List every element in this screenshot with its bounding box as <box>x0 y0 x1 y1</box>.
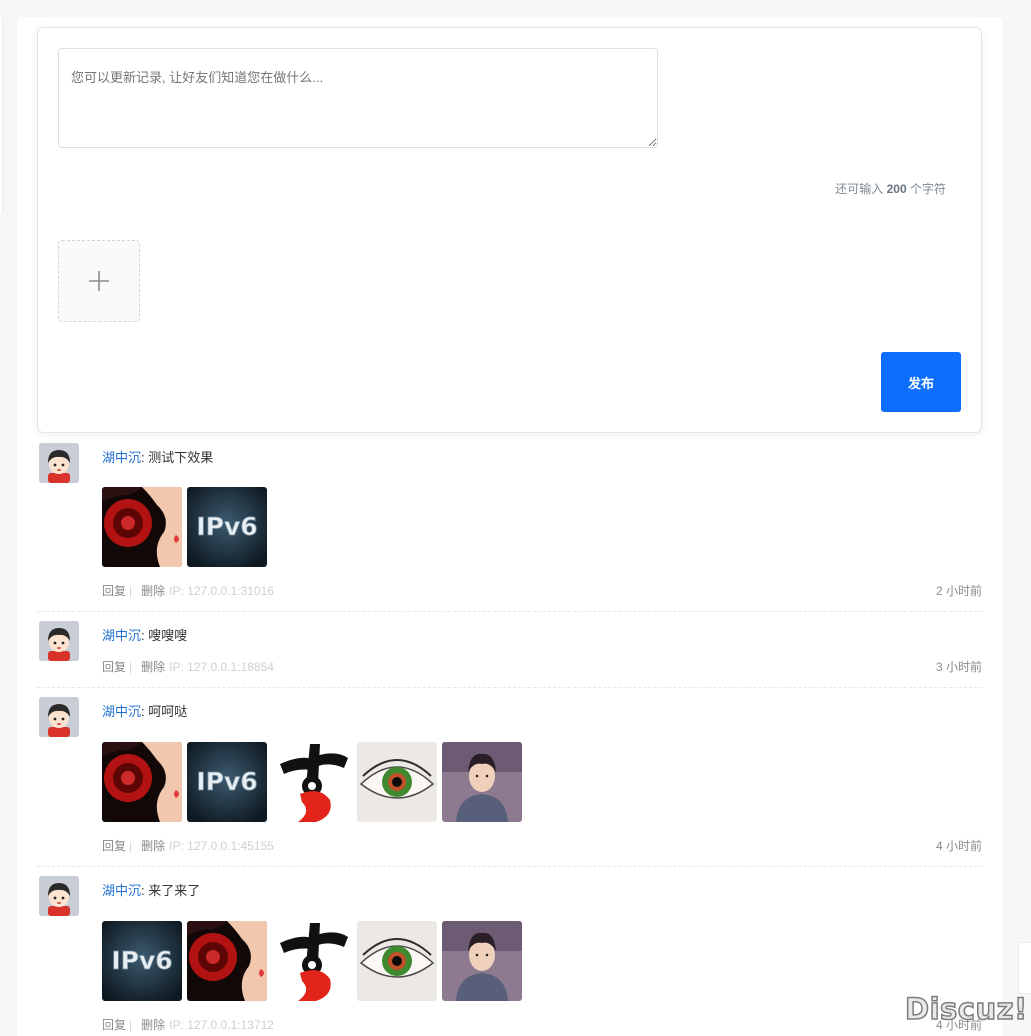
post-time: 3 小时前 <box>935 660 982 674</box>
feed-text: 来了来了 <box>148 883 201 898</box>
ip-address: IP: 127.0.0.1:45155 <box>169 839 274 853</box>
delete-link[interactable]: 删除 <box>141 839 165 853</box>
feed-actions: 回复 | 删除 IP: 127.0.0.1:45155 <box>102 837 274 854</box>
image-strip: IPv6 <box>102 921 522 1001</box>
feed-item: 湖中沉: 嗖嗖嗖 回复 | 删除 IP: 127.0.0.1:18854 3 小时前 <box>37 613 982 688</box>
counter-suffix: 个字符 <box>909 182 946 196</box>
post-image-ipv6[interactable]: IPv6 <box>102 921 182 1001</box>
status-composer: 还可输入 200 个字符 发布 <box>37 27 982 433</box>
feed-actions: 回复 | 删除 IP: 127.0.0.1:31016 <box>102 582 274 599</box>
publish-button[interactable]: 发布 <box>881 352 961 412</box>
reply-link[interactable]: 回复 <box>102 584 126 598</box>
author-link[interactable]: 湖中沉 <box>102 704 141 719</box>
post-time: 4 小时前 <box>935 839 982 853</box>
feed-item: 湖中沉: 呵呵哒 IPv6 回复 | 删除 IP: 127.0.0.1:45155 4… <box>37 689 982 867</box>
feed-item: 湖中沉: 来了来了 IPv6 回复 | 删除 IP: 127.0.0.1:13712 … <box>37 868 982 1036</box>
post-image-actor-portrait[interactable] <box>442 742 522 822</box>
post-image-ipv6[interactable]: IPv6 <box>187 487 267 567</box>
feed-text: 测试下效果 <box>148 450 214 465</box>
post-image-ipv6[interactable]: IPv6 <box>187 742 267 822</box>
reply-link[interactable]: 回复 <box>102 1018 126 1032</box>
post-image-actor-portrait[interactable] <box>442 921 522 1001</box>
delete-link[interactable]: 删除 <box>141 584 165 598</box>
action-divider: | <box>129 1018 133 1032</box>
char-counter: 还可输入 200 个字符 <box>835 180 946 197</box>
feed-actions: 回复 | 删除 IP: 127.0.0.1:13712 <box>102 1016 274 1033</box>
post-image-green-eye[interactable] <box>357 921 437 1001</box>
post-time: 2 小时前 <box>935 584 982 598</box>
feed-actions: 回复 | 删除 IP: 127.0.0.1:18854 <box>102 658 274 675</box>
post-image-calligraphy-logo[interactable] <box>272 742 352 822</box>
feed-line: 湖中沉: 测试下效果 <box>102 447 213 466</box>
author-link[interactable]: 湖中沉 <box>102 450 141 465</box>
discuz-watermark: Discuz! <box>904 991 1028 1027</box>
feed-text: 呵呵哒 <box>148 704 188 719</box>
image-strip: IPv6 <box>102 487 267 567</box>
action-divider: | <box>129 584 133 598</box>
author-link[interactable]: 湖中沉 <box>102 883 141 898</box>
avatar[interactable] <box>39 697 79 737</box>
avatar[interactable] <box>39 443 79 483</box>
post-image-headphones-girl[interactable] <box>102 742 182 822</box>
plus-icon <box>89 271 109 291</box>
counter-prefix: 还可输入 <box>835 182 884 196</box>
avatar[interactable] <box>39 876 79 916</box>
feed-text: 嗖嗖嗖 <box>148 628 188 643</box>
delete-link[interactable]: 删除 <box>141 1018 165 1032</box>
reply-link[interactable]: 回复 <box>102 660 126 674</box>
action-divider: | <box>129 839 133 853</box>
feed-item: 湖中沉: 测试下效果 IPv6 回复 | 删除 IP: 127.0.0.1:31016… <box>37 435 982 612</box>
ip-address: IP: 127.0.0.1:31016 <box>169 584 274 598</box>
post-image-green-eye[interactable] <box>357 742 437 822</box>
post-image-headphones-girl[interactable] <box>102 487 182 567</box>
svg-text:IPv6: IPv6 <box>196 512 257 541</box>
svg-text:IPv6: IPv6 <box>196 767 257 796</box>
post-image-headphones-girl[interactable] <box>187 921 267 1001</box>
counter-value: 200 <box>886 182 907 196</box>
delete-link[interactable]: 删除 <box>141 660 165 674</box>
post-image-calligraphy-logo[interactable] <box>272 921 352 1001</box>
status-input[interactable] <box>58 48 658 148</box>
reply-link[interactable]: 回复 <box>102 839 126 853</box>
image-upload-button[interactable] <box>58 240 140 322</box>
floating-side-tab[interactable] <box>1018 942 1031 994</box>
ip-address: IP: 127.0.0.1:13712 <box>169 1018 274 1032</box>
ip-address: IP: 127.0.0.1:18854 <box>169 660 274 674</box>
feed-line: 湖中沉: 嗖嗖嗖 <box>102 625 187 644</box>
image-strip: IPv6 <box>102 742 522 822</box>
author-link[interactable]: 湖中沉 <box>102 628 141 643</box>
feed-line: 湖中沉: 呵呵哒 <box>102 701 187 720</box>
left-edge-strip <box>0 18 3 213</box>
feed-line: 湖中沉: 来了来了 <box>102 880 200 899</box>
svg-text:IPv6: IPv6 <box>111 946 172 975</box>
action-divider: | <box>129 660 133 674</box>
avatar[interactable] <box>39 621 79 661</box>
